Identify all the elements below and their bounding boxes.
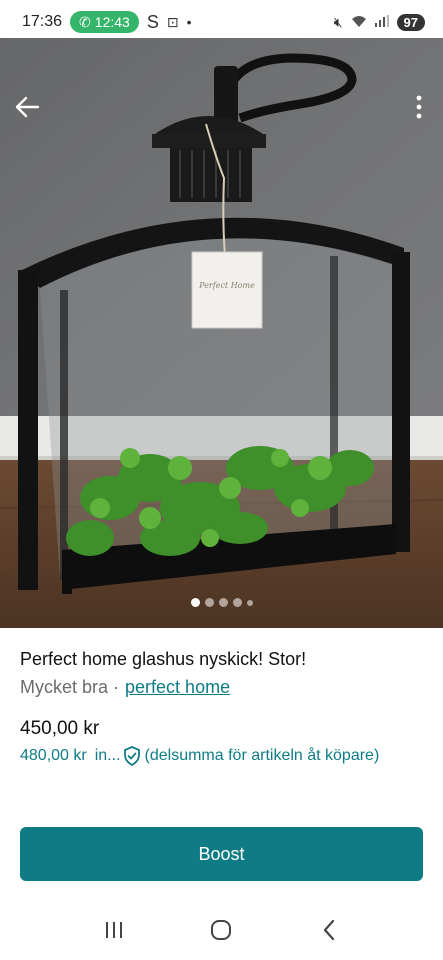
back-arrow-icon [15, 96, 40, 118]
more-vertical-icon [416, 95, 422, 119]
photo-pager[interactable] [0, 598, 443, 607]
status-time: 17:36 [22, 13, 63, 30]
brand-link[interactable]: perfect home [125, 677, 230, 698]
shield-check-icon [123, 746, 141, 767]
back-button[interactable] [10, 90, 44, 124]
phone-icon: ✆ [79, 13, 91, 30]
pager-dot[interactable] [204, 598, 214, 607]
lantern-photo: Perfect Home [0, 38, 443, 628]
item-price: 450,00 kr [20, 718, 100, 740]
buyer-price: 480,00 kr [20, 747, 87, 765]
buyer-note: (delsumma för artikeln åt köpare) [144, 747, 380, 765]
recents-button[interactable] [94, 910, 134, 950]
dot-icon: • [186, 14, 192, 30]
mute-icon: 🔇︎ [333, 13, 343, 30]
wifi-icon [351, 14, 367, 31]
screenshot-icon: ⊡ [166, 13, 179, 30]
home-button[interactable] [201, 910, 241, 950]
boost-button[interactable]: Boost [20, 827, 423, 881]
listing-photo[interactable]: Perfect Home [0, 38, 443, 628]
buyer-protection-row[interactable]: 480,00 kr in... (delsumma för artikeln å… [20, 746, 430, 767]
more-options-button[interactable] [409, 90, 429, 124]
pager-dot[interactable] [218, 598, 228, 607]
s-icon: S [146, 11, 159, 32]
system-navbar [0, 900, 443, 960]
battery-indicator: 97 [396, 13, 425, 31]
condition-label: Mycket bra · [20, 677, 120, 698]
tag-label: Perfect Home [198, 281, 255, 290]
listing-title: Perfect home glashus nyskick! Stor! [20, 649, 307, 669]
status-right: 🔇︎ 97 [333, 13, 425, 31]
call-timer: 12:43 [94, 14, 130, 30]
recents-icon [105, 922, 122, 938]
pager-dot[interactable] [232, 598, 242, 607]
call-pill[interactable]: ✆ 12:43 [70, 11, 139, 33]
pager-dot[interactable] [246, 599, 253, 606]
nav-back-icon [324, 919, 335, 941]
buyer-price-short: in... [94, 747, 121, 765]
status-left: 17:36 ✆ 12:43 S ⊡ • [22, 11, 191, 33]
listing-meta: Mycket bra · perfect home [20, 677, 430, 698]
pager-dot-active[interactable] [190, 598, 200, 607]
listing-details: Perfect home glashus nyskick! Stor! Myck… [20, 648, 430, 767]
signal-icon [374, 14, 389, 30]
home-icon [211, 920, 232, 940]
system-back-button[interactable] [309, 910, 349, 950]
